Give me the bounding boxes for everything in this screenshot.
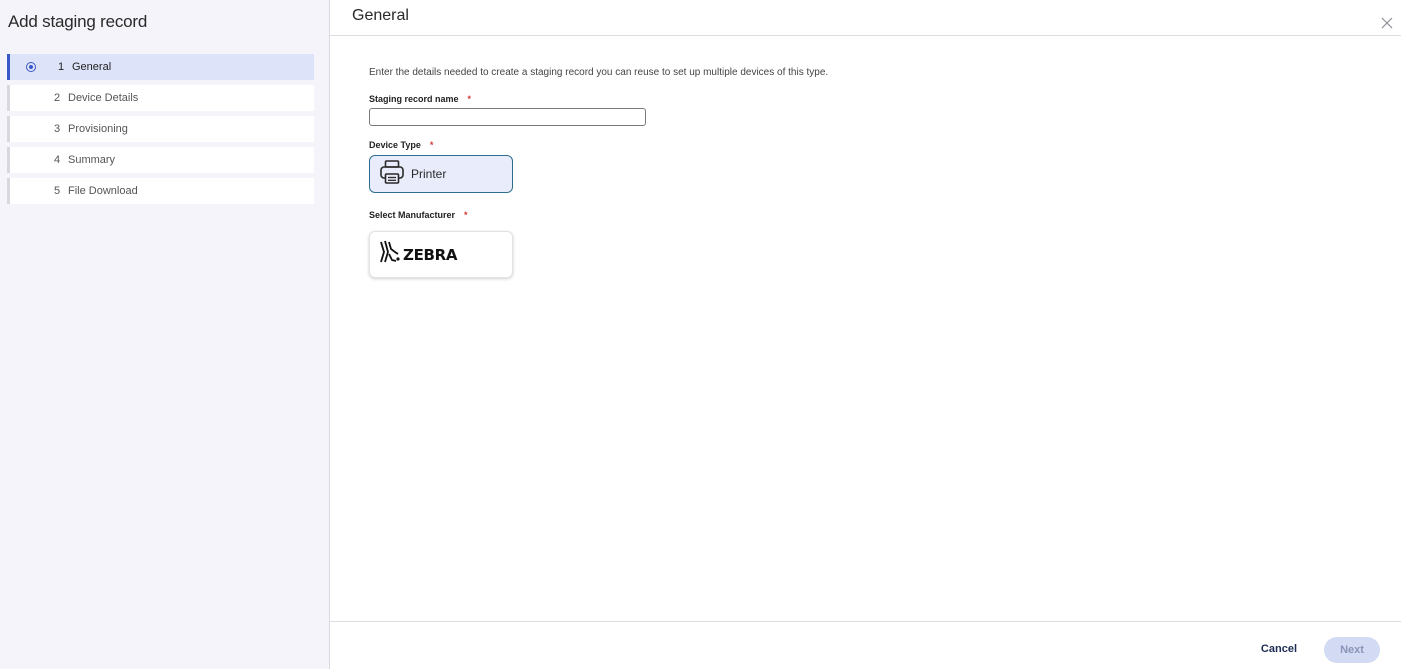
step-number: 1 — [58, 61, 65, 73]
next-button[interactable]: Next — [1324, 637, 1380, 663]
manufacturer-name: ZEBRA — [403, 245, 458, 264]
device-type-printer-card[interactable]: Printer — [369, 155, 513, 193]
step-device-details[interactable]: 2 Device Details — [7, 85, 314, 111]
required-mark: * — [429, 140, 434, 150]
main-panel: General Enter the details needed to crea… — [330, 0, 1401, 669]
field-label-text: Staging record name — [369, 94, 459, 104]
step-number: 4 — [54, 154, 61, 166]
step-general[interactable]: 1 General — [7, 54, 314, 80]
step-provisioning[interactable]: 3 Provisioning — [7, 116, 314, 142]
step-number: 3 — [54, 123, 61, 135]
step-label: Provisioning — [68, 123, 128, 135]
page-title: General — [352, 7, 409, 24]
device-type-label: Device Type * — [369, 140, 1269, 150]
step-number: 2 — [54, 92, 61, 104]
step-file-download[interactable]: 5 File Download — [7, 178, 314, 204]
current-step-radio-icon — [26, 62, 36, 72]
field-label-text: Select Manufacturer — [369, 210, 456, 220]
manufacturer-zebra-card[interactable]: ZEBRA — [369, 231, 513, 278]
wizard-steps: 1 General 2 Device Details 3 Provisionin… — [7, 54, 314, 209]
field-label-text: Device Type — [369, 140, 421, 150]
form-description: Enter the details needed to create a sta… — [369, 67, 829, 78]
panel-footer: Cancel Next — [330, 621, 1401, 669]
staging-record-name-label: Staging record name * — [369, 94, 1269, 104]
sidebar-title: Add staging record — [8, 12, 148, 31]
panel-header: General — [330, 0, 1401, 36]
wizard-sidebar: Add staging record 1 General 2 Device De… — [0, 0, 330, 669]
staging-record-name-input[interactable] — [369, 108, 646, 126]
step-label: File Download — [68, 185, 138, 197]
required-mark: * — [464, 210, 468, 220]
cancel-button[interactable]: Cancel — [1261, 643, 1297, 655]
step-summary[interactable]: 4 Summary — [7, 147, 314, 173]
step-number: 5 — [54, 185, 61, 197]
required-mark: * — [467, 94, 472, 104]
device-type-name: Printer — [411, 167, 447, 181]
close-icon[interactable] — [1381, 17, 1393, 29]
zebra-logo-icon — [379, 240, 401, 269]
form-content: Enter the details needed to create a sta… — [369, 67, 1269, 278]
manufacturer-label: Select Manufacturer * — [369, 210, 1269, 220]
step-label: Summary — [68, 154, 116, 166]
step-label: General — [72, 61, 112, 73]
step-label: Device Details — [68, 92, 139, 104]
printer-icon — [379, 159, 405, 190]
